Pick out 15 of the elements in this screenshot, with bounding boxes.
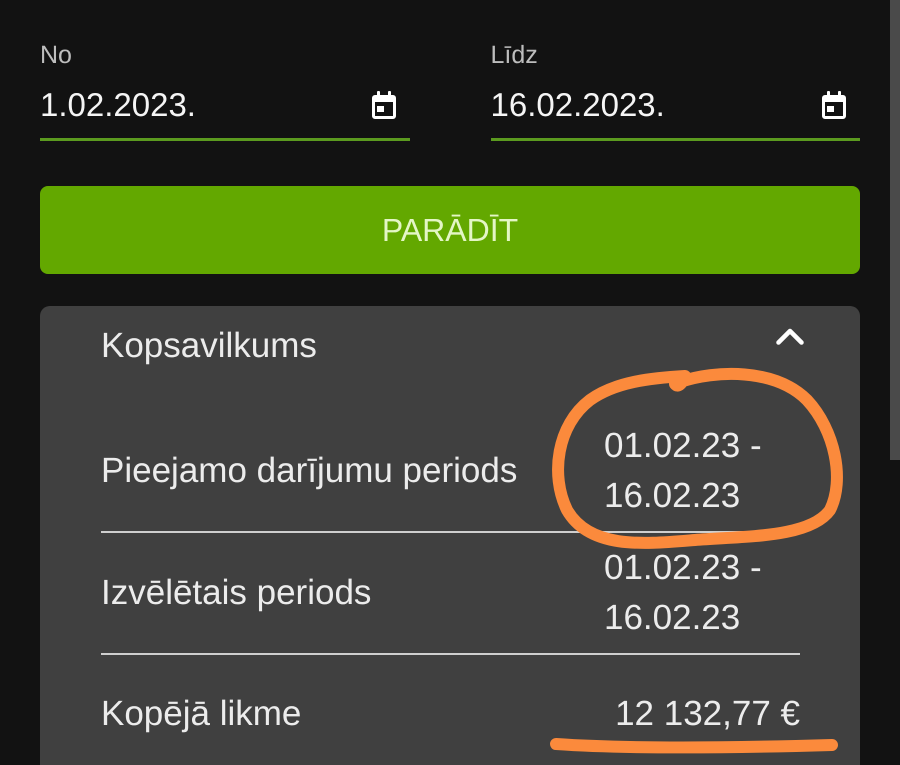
row-value: 01.02.23 - 16.02.23 <box>604 425 763 517</box>
field-label: No <box>40 40 72 70</box>
row-value: 01.02.23 - 16.02.23 <box>604 547 763 639</box>
calendar-icon[interactable] <box>370 91 396 119</box>
chevron-up-icon[interactable] <box>776 328 804 345</box>
field-label: Līdz <box>490 40 538 70</box>
scrollbar-thumb[interactable] <box>890 0 900 460</box>
row-label: Izvēlētais periods <box>101 572 372 614</box>
calendar-icon[interactable] <box>821 91 847 119</box>
date-field[interactable]: 16.02.2023. <box>490 72 860 141</box>
row-label: Pieejamo darījumu periods <box>101 450 518 492</box>
row-label: Kopējā likme <box>101 693 302 735</box>
section-title: Kopsavilkums <box>101 325 317 367</box>
row-value: 12 132,77 € <box>615 693 800 735</box>
date-field[interactable]: 1.02.2023. <box>40 72 410 141</box>
